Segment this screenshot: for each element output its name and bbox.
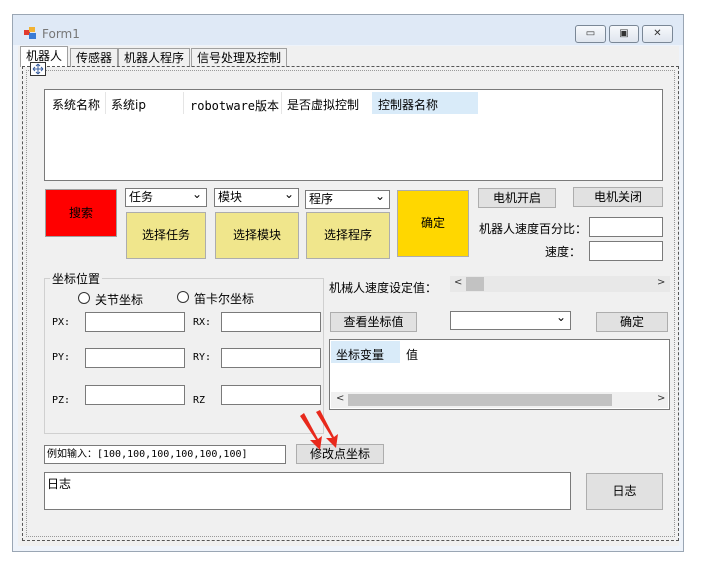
coord-group-title: 坐标位置 (50, 270, 103, 287)
log-button[interactable]: 日志 (586, 473, 663, 510)
confirm-coord-button[interactable]: 确定 (596, 312, 668, 332)
rx-input[interactable] (221, 312, 321, 332)
red-arrow-icon (300, 410, 338, 450)
grid-scroll-left-icon[interactable]: < (336, 393, 344, 404)
grid-scroll-thumb[interactable] (348, 394, 612, 406)
speed-percent-input[interactable] (589, 217, 663, 237)
mech-speed-label: 机械人速度设定值： (329, 281, 438, 295)
select-program-button[interactable]: 选择程序 (306, 212, 390, 259)
column-robotware-version[interactable]: robotware版本 (190, 97, 279, 114)
confirm-program-button[interactable]: 确定 (397, 190, 469, 257)
pz-label: PZ: (52, 395, 71, 406)
coord-select-combo[interactable] (450, 309, 571, 330)
scroll-right-icon[interactable]: > (657, 277, 665, 288)
column-divider (105, 92, 106, 114)
scroll-left-icon[interactable]: < (454, 277, 462, 288)
column-virtual-control[interactable]: 是否虚拟控制 (287, 96, 359, 113)
motor-off-button[interactable]: 电机关闭 (573, 187, 663, 207)
py-label: PY: (52, 352, 71, 363)
close-button[interactable]: ✕ (642, 25, 673, 43)
px-label: PX: (52, 317, 71, 328)
point-input[interactable]: 例如输入：[100,100,100,100,100,100] (44, 445, 286, 464)
program-combo[interactable]: 程序 (305, 188, 390, 209)
task-combo[interactable]: 任务 (125, 186, 207, 207)
speed-input[interactable] (589, 241, 663, 261)
tab-robot-program[interactable]: 机器人程序 (118, 48, 191, 67)
tab-sensor[interactable]: 传感器 (70, 48, 119, 67)
joint-coord-radio[interactable] (78, 292, 90, 304)
scroll-thumb[interactable] (466, 277, 484, 291)
grid-column-value[interactable]: 值 (406, 346, 418, 363)
log-textbox[interactable]: 日志 (44, 472, 571, 510)
grid-scroll-right-icon[interactable]: > (657, 393, 665, 404)
column-system-ip[interactable]: 系统ip (111, 96, 146, 113)
joint-coord-label: 关节坐标 (95, 293, 144, 307)
cartesian-coord-label: 笛卡尔坐标 (194, 292, 255, 306)
ry-input[interactable] (221, 348, 321, 368)
select-task-button[interactable]: 选择任务 (126, 212, 206, 259)
rz-label: RZ (193, 395, 206, 406)
search-button[interactable]: 搜索 (45, 189, 117, 237)
motor-on-button[interactable]: 电机开启 (478, 188, 556, 208)
cartesian-coord-radio[interactable] (177, 291, 189, 303)
select-module-button[interactable]: 选择模块 (215, 212, 299, 259)
speed-label: 速度： (545, 245, 582, 259)
move-handle-icon[interactable] (30, 62, 46, 76)
column-divider (281, 92, 282, 114)
py-input[interactable] (85, 348, 185, 368)
column-divider (183, 92, 184, 114)
maximize-button[interactable]: ▣ (609, 25, 639, 43)
speed-percent-label: 机器人速度百分比： (479, 222, 588, 236)
px-input[interactable] (85, 312, 185, 332)
pz-input[interactable] (85, 385, 185, 405)
module-combo[interactable]: 模块 (214, 186, 299, 207)
ry-label: RY: (193, 352, 212, 363)
column-controller-name[interactable]: 控制器名称 (378, 96, 438, 113)
view-coord-button[interactable]: 查看坐标值 (330, 312, 417, 332)
app-icon (24, 27, 36, 39)
column-system-name[interactable]: 系统名称 (52, 96, 100, 113)
rz-input[interactable] (221, 385, 321, 405)
minimize-button[interactable]: ▭ (575, 25, 606, 43)
window-title: Form1 (42, 27, 80, 41)
rx-label: RX: (193, 317, 212, 328)
tab-signal-control[interactable]: 信号处理及控制 (191, 48, 288, 67)
grid-column-variable[interactable]: 坐标变量 (336, 346, 384, 363)
